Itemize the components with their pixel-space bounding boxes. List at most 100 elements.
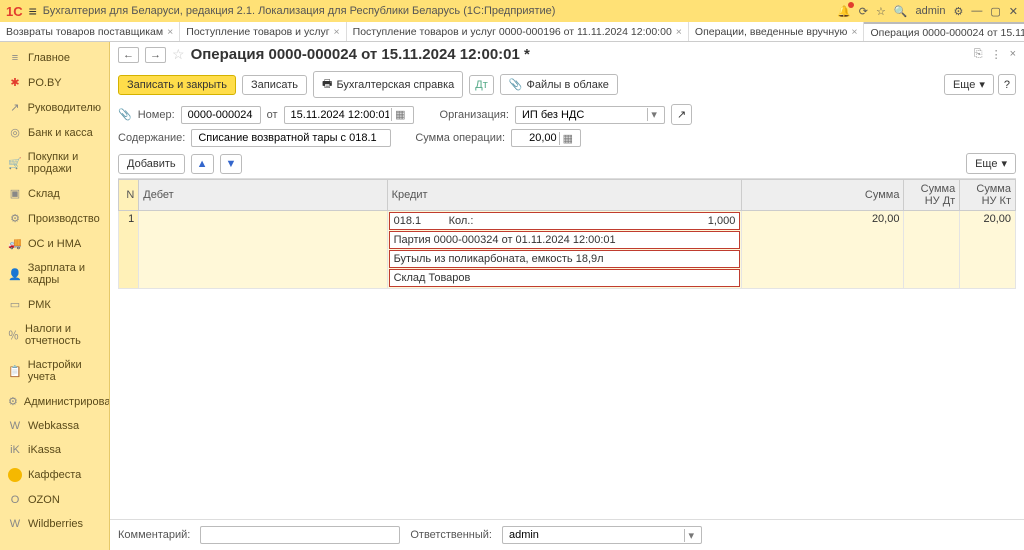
sidebar-item[interactable]: Каффеста bbox=[0, 462, 109, 488]
sidebar-item[interactable]: ⚙ Администрирование bbox=[0, 389, 109, 414]
sidebar-label: Администрирование bbox=[24, 396, 110, 408]
tab[interactable]: Возвраты товаров поставщикам× bbox=[0, 22, 180, 41]
tab-close-icon[interactable]: × bbox=[851, 26, 857, 38]
sidebar-icon: 📋 bbox=[8, 365, 22, 378]
from-label: от bbox=[267, 109, 278, 121]
sidebar-icon: ≡ bbox=[8, 52, 22, 64]
sidebar-icon: ⚙ bbox=[8, 395, 18, 408]
back-button[interactable]: ← bbox=[118, 47, 139, 63]
add-row-button[interactable]: Добавить bbox=[118, 154, 185, 174]
star-icon[interactable]: ☆ bbox=[172, 46, 185, 63]
app-title: Бухгалтерия для Беларуси, редакция 2.1. … bbox=[43, 5, 831, 17]
tab-close-icon[interactable]: × bbox=[334, 26, 340, 38]
save-button[interactable]: Записать bbox=[242, 75, 307, 95]
main-menu-icon[interactable]: ≡ bbox=[29, 3, 37, 19]
sidebar-item[interactable]: ↗Руководителю bbox=[0, 95, 109, 120]
sidebar-item[interactable]: ▭РМК bbox=[0, 292, 109, 317]
table-row[interactable]: 1 018.1 Кол.: 1,000 Партия 0000-000324 о… bbox=[119, 211, 1016, 289]
sidebar-item[interactable]: OOZON bbox=[0, 488, 109, 512]
calendar-icon[interactable]: ▦ bbox=[391, 108, 408, 121]
sidebar-label: Покупки и продажи bbox=[28, 151, 101, 175]
sidebar-icon: ◎ bbox=[8, 126, 22, 139]
credit-subconto-2[interactable]: Бутыль из поликарбоната, емкость 18,9л bbox=[389, 250, 741, 268]
tab[interactable]: Операции, введенные вручную× bbox=[689, 22, 865, 41]
accounting-report-button[interactable]: 🖶 Бухгалтерская справка bbox=[313, 71, 463, 98]
col-nu-kt: Сумма НУ Кт bbox=[960, 180, 1016, 211]
sidebar-label: Wildberries bbox=[28, 518, 83, 530]
sidebar-item[interactable]: ✱PO.BY bbox=[0, 70, 109, 95]
sidebar-label: PO.BY bbox=[28, 77, 62, 89]
credit-subconto-3[interactable]: Склад Товаров bbox=[389, 269, 741, 287]
help-button[interactable]: ? bbox=[998, 74, 1016, 95]
cell-nu-dt[interactable] bbox=[904, 211, 960, 289]
close-icon[interactable]: ✕ bbox=[1009, 5, 1018, 18]
forward-button[interactable]: → bbox=[145, 47, 166, 63]
org-label: Организация: bbox=[440, 109, 509, 121]
sidebar-label: OZON bbox=[28, 494, 60, 506]
sidebar-item[interactable]: ≡Главное bbox=[0, 46, 109, 70]
sidebar-icon: ⚙ bbox=[8, 212, 22, 225]
link-icon[interactable]: ⎘ bbox=[974, 48, 983, 61]
number-field[interactable] bbox=[181, 106, 261, 124]
more-button[interactable]: Еще ▾ bbox=[944, 74, 994, 95]
sidebar-item[interactable]: WWildberries bbox=[0, 512, 109, 536]
sidebar-item[interactable]: ⚙Производство bbox=[0, 206, 109, 231]
date-field[interactable]: ▦ bbox=[284, 106, 414, 124]
dt-kt-button[interactable]: Дт bbox=[469, 75, 494, 95]
qty-value[interactable]: 1,000 bbox=[708, 215, 736, 227]
favorite-icon[interactable]: ☆ bbox=[876, 5, 886, 18]
move-down-button[interactable]: ▼ bbox=[220, 154, 243, 174]
cell-debit[interactable] bbox=[139, 211, 387, 289]
content-field[interactable] bbox=[191, 129, 391, 147]
sidebar-item[interactable]: iKiKassa bbox=[0, 438, 109, 462]
chevron-down-icon[interactable]: ▾ bbox=[647, 108, 660, 121]
credit-subconto-1[interactable]: Партия 0000-000324 от 01.11.2024 12:00:0… bbox=[389, 231, 741, 249]
cloud-files-button[interactable]: 📎Файлы в облаке bbox=[500, 74, 618, 95]
page-title: Операция 0000-000024 от 15.11.2024 12:00… bbox=[191, 46, 530, 63]
clip-icon[interactable]: 📎 bbox=[118, 108, 132, 121]
chevron-down-icon[interactable]: ▾ bbox=[684, 529, 697, 542]
history-icon[interactable]: ⟳ bbox=[859, 5, 868, 18]
tab-close-icon[interactable]: × bbox=[676, 26, 682, 38]
settings-icon[interactable]: ⚙ bbox=[954, 5, 964, 18]
org-field[interactable]: ▾ bbox=[515, 106, 665, 124]
comment-field[interactable] bbox=[200, 526, 400, 544]
credit-account[interactable]: 018.1 bbox=[394, 215, 449, 227]
tab[interactable]: Операция 0000-000024 от 15.11.2024 12:00… bbox=[864, 22, 1024, 41]
tab-close-icon[interactable]: × bbox=[167, 26, 173, 38]
sidebar-item[interactable]: 🚚ОС и НМА bbox=[0, 231, 109, 256]
sidebar-icon: W bbox=[8, 420, 22, 432]
sidebar-item[interactable]: ％Налоги и отчетность bbox=[0, 317, 109, 353]
tab[interactable]: Поступление товаров и услуг 0000-000196 … bbox=[347, 22, 689, 41]
sidebar-label: Руководителю bbox=[28, 102, 101, 114]
content-label: Содержание: bbox=[118, 132, 185, 144]
panel-close-icon[interactable]: × bbox=[1010, 48, 1016, 61]
save-close-button[interactable]: Записать и закрыть bbox=[118, 75, 236, 95]
panel-menu-icon[interactable]: ⋮ bbox=[991, 48, 1002, 61]
sidebar-item[interactable]: 📋Настройки учета bbox=[0, 353, 109, 389]
responsible-field[interactable]: ▾ bbox=[502, 526, 702, 544]
sidebar-item[interactable]: ◎ Банк и касса bbox=[0, 120, 109, 145]
search-icon[interactable]: 🔍 bbox=[894, 5, 908, 18]
sidebar-item[interactable]: ▣Склад bbox=[0, 181, 109, 206]
sidebar-item[interactable]: 👤Зарплата и кадры bbox=[0, 256, 109, 292]
sum-field[interactable]: ▦ bbox=[511, 129, 581, 147]
sidebar-icon bbox=[8, 468, 22, 482]
sidebar-item[interactable]: 🛒Покупки и продажи bbox=[0, 145, 109, 181]
sidebar-label: Банк и касса bbox=[28, 127, 93, 139]
cell-sum[interactable]: 20,00 bbox=[742, 211, 904, 289]
cell-credit[interactable]: 018.1 Кол.: 1,000 Партия 0000-000324 от … bbox=[387, 211, 742, 289]
cell-nu-kt[interactable]: 20,00 bbox=[960, 211, 1016, 289]
table-more-button[interactable]: Еще ▾ bbox=[966, 153, 1016, 174]
col-nu-dt: Сумма НУ Дт bbox=[904, 180, 960, 211]
notifications-icon[interactable]: 🔔 bbox=[837, 5, 851, 18]
minimize-icon[interactable]: — bbox=[971, 5, 982, 17]
tab[interactable]: Поступление товаров и услуг× bbox=[180, 22, 346, 41]
sidebar-item[interactable]: WWebkassa bbox=[0, 414, 109, 438]
move-up-button[interactable]: ▲ bbox=[191, 154, 214, 174]
calc-icon[interactable]: ▦ bbox=[559, 132, 576, 145]
org-open-button[interactable]: ↗ bbox=[671, 104, 692, 125]
user-label[interactable]: admin bbox=[916, 5, 946, 17]
maximize-icon[interactable]: ▢ bbox=[990, 5, 1000, 18]
sidebar-icon: ▣ bbox=[8, 187, 22, 200]
